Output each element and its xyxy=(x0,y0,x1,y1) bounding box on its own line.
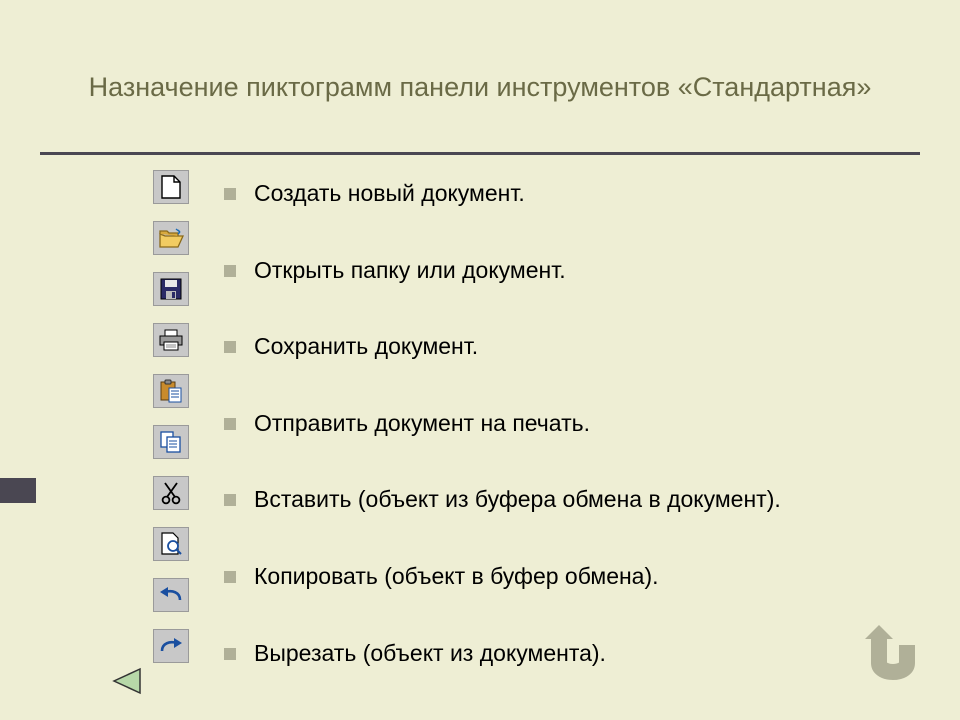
cut-button[interactable] xyxy=(153,476,189,510)
list-item-text: Копировать (объект в буфер обмена). xyxy=(254,563,864,591)
bullet-icon xyxy=(224,571,236,583)
list-item-text: Вставить (объект из буфера обмена в доку… xyxy=(254,486,864,514)
save-floppy-icon xyxy=(160,278,182,300)
description-list: Создать новый документ. Открыть папку ил… xyxy=(224,180,864,716)
list-item: Открыть папку или документ. xyxy=(224,257,864,285)
list-item-text: Открыть папку или документ. xyxy=(254,257,864,285)
u-turn-arrow-icon xyxy=(861,625,925,685)
return-button[interactable] xyxy=(861,625,925,690)
undo-icon xyxy=(158,586,184,604)
page-title: Назначение пиктограмм панели инструменто… xyxy=(0,72,960,103)
bullet-icon xyxy=(224,648,236,660)
paste-clipboard-icon xyxy=(159,379,183,403)
toolbar-icons-column xyxy=(153,170,189,680)
list-item-text: Отправить документ на печать. xyxy=(254,410,864,438)
list-item: Создать новый документ. xyxy=(224,180,864,208)
undo-button[interactable] xyxy=(153,578,189,612)
copy-icon xyxy=(159,430,183,454)
title-rule xyxy=(40,152,920,155)
open-button[interactable] xyxy=(153,221,189,255)
bullet-icon xyxy=(224,494,236,506)
list-item: Сохранить документ. xyxy=(224,333,864,361)
list-item: Вырезать (объект из документа). xyxy=(224,640,864,668)
bullet-icon xyxy=(224,188,236,200)
paste-button[interactable] xyxy=(153,374,189,408)
bullet-icon xyxy=(224,265,236,277)
list-item-text: Создать новый документ. xyxy=(254,180,864,208)
redo-button[interactable] xyxy=(153,629,189,663)
side-accent xyxy=(0,478,36,503)
open-folder-icon xyxy=(158,227,184,249)
list-item: Отправить документ на печать. xyxy=(224,410,864,438)
prev-slide-button[interactable] xyxy=(108,665,144,702)
list-item: Вставить (объект из буфера обмена в доку… xyxy=(224,486,864,514)
save-button[interactable] xyxy=(153,272,189,306)
new-document-icon xyxy=(160,175,182,199)
print-preview-icon xyxy=(160,532,182,556)
list-item: Копировать (объект в буфер обмена). xyxy=(224,563,864,591)
cut-scissors-icon xyxy=(161,481,181,505)
new-document-button[interactable] xyxy=(153,170,189,204)
redo-icon xyxy=(158,637,184,655)
print-button[interactable] xyxy=(153,323,189,357)
list-item-text: Вырезать (объект из документа). xyxy=(254,640,864,668)
arrow-left-icon xyxy=(108,665,144,697)
bullet-icon xyxy=(224,418,236,430)
print-preview-button[interactable] xyxy=(153,527,189,561)
list-item-text: Сохранить документ. xyxy=(254,333,864,361)
copy-button[interactable] xyxy=(153,425,189,459)
print-icon xyxy=(158,329,184,351)
bullet-icon xyxy=(224,341,236,353)
